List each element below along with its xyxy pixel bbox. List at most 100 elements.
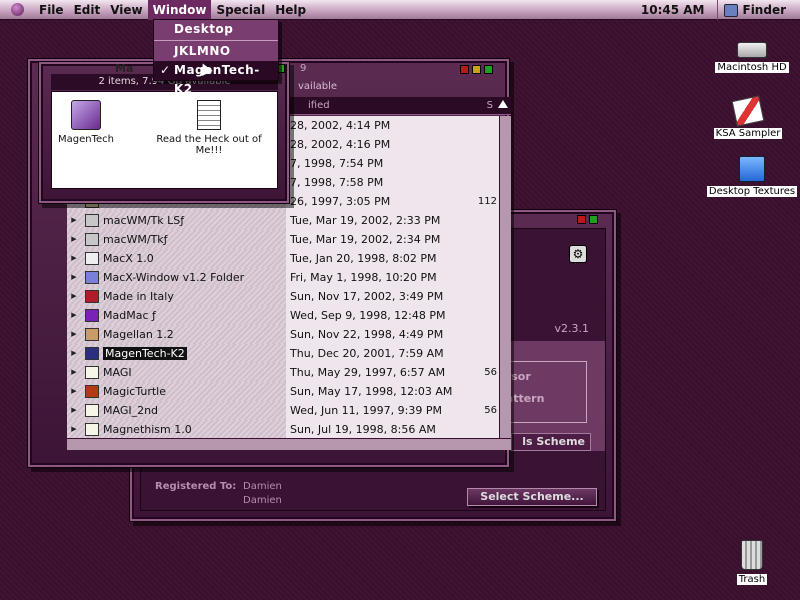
file-icon-magentech[interactable]: MagenTech <box>56 100 116 145</box>
disclosure-triangle-icon[interactable]: ▶ <box>67 368 81 376</box>
vertical-scrollbar[interactable] <box>499 116 511 438</box>
column-header-modified[interactable]: ified <box>308 100 330 111</box>
name-cell[interactable]: ▶ MacX 1.0 <box>67 248 286 268</box>
apple-menu-icon[interactable] <box>0 0 34 20</box>
size-cell <box>466 343 499 363</box>
date-modified-cell: 28, 2002, 4:14 PM <box>286 116 466 135</box>
desktop-icon-label: Macintosh HD <box>715 62 789 73</box>
close-button[interactable] <box>460 65 469 74</box>
name-cell[interactable]: ▶ MAGI <box>67 362 286 382</box>
file-name: MadMac ƒ <box>103 308 156 322</box>
window-controls <box>577 215 598 224</box>
file-icon-readme[interactable]: Read the Heck out of Me!!! <box>144 100 274 156</box>
name-cell[interactable]: ▶ Made in Italy <box>67 286 286 306</box>
table-row[interactable]: ▶ MAGI_2nd Wed, Jun 11, 1997, 9:39 PM 56 <box>67 400 499 420</box>
save-scheme-button[interactable]: ls Scheme <box>511 433 591 451</box>
zoom-button[interactable] <box>589 215 598 224</box>
table-row[interactable]: ▶ MacX-Window v1.2 Folder Fri, May 1, 1998… <box>67 267 499 287</box>
file-name: MAGI_2nd <box>103 403 159 417</box>
sort-direction-icon[interactable] <box>498 100 508 108</box>
name-cell[interactable]: ▶ macWM/Tk LSƒ <box>67 210 286 230</box>
zoom-button[interactable] <box>484 65 493 74</box>
select-scheme-button[interactable]: Select Scheme... <box>467 488 597 506</box>
window-title: 9 <box>300 63 307 74</box>
date-modified-cell: 28, 2002, 4:16 PM <box>286 134 466 154</box>
table-row[interactable]: ▶ MacX 1.0 Tue, Jan 20, 1998, 8:02 PM <box>67 248 499 268</box>
desktop-icon-label: Desktop Textures <box>706 186 798 197</box>
application-menu[interactable]: Finder <box>716 0 800 20</box>
desktop-icon-trash[interactable]: Trash <box>724 540 780 585</box>
table-row[interactable]: ▶ MAGI Thu, May 29, 1997, 6:57 AM 56 <box>67 362 499 382</box>
name-cell[interactable]: ▶ MagicTurtle <box>67 381 286 401</box>
file-name: Made in Italy <box>103 289 174 303</box>
table-row[interactable]: ▶ macWM/Tk LSƒ Tue, Mar 19, 2002, 2:33 PM <box>67 210 499 230</box>
close-button[interactable] <box>577 215 586 224</box>
size-cell <box>466 267 499 287</box>
disclosure-triangle-icon[interactable]: ▶ <box>67 273 81 281</box>
desktop-icon-ksa-sampler[interactable]: KSA Sampler <box>708 95 788 139</box>
column-header-size[interactable]: S <box>487 100 493 111</box>
folder-icon <box>85 232 99 246</box>
desktop-icon-desktop-textures[interactable]: Desktop Textures <box>704 156 800 197</box>
table-row[interactable]: ▶ Magnethism 1.0 Sun, Jul 19, 1998, 8:56 A… <box>67 419 499 438</box>
size-cell <box>466 381 499 401</box>
name-cell[interactable]: ▶ MagenTech-K2 <box>67 343 286 363</box>
menu-view[interactable]: View <box>105 0 147 20</box>
size-cell <box>466 172 499 192</box>
date-modified-cell: Sun, Nov 22, 1998, 4:49 PM <box>286 324 466 344</box>
document-icon <box>85 365 99 379</box>
folder-icon <box>85 213 99 227</box>
disclosure-triangle-icon[interactable]: ▶ <box>67 235 81 243</box>
table-row[interactable]: ▶ Magellan 1.2 Sun, Nov 22, 1998, 4:49 PM <box>67 324 499 344</box>
file-name: MacX 1.0 <box>103 251 154 265</box>
folder-icon <box>85 289 99 303</box>
menu-item-desktop[interactable]: Desktop <box>154 20 278 39</box>
disclosure-triangle-icon[interactable]: ▶ <box>67 254 81 262</box>
size-cell <box>466 153 499 173</box>
desktop-icon-label: Trash <box>736 574 768 585</box>
size-cell: 112 <box>466 191 499 211</box>
icon-view-pane: MagenTech Read the Heck out of Me!!! <box>51 91 278 189</box>
folder-icon <box>85 270 99 284</box>
size-cell <box>466 229 499 249</box>
gear-icon[interactable]: ⚙ <box>569 245 587 263</box>
disclosure-triangle-icon[interactable]: ▶ <box>67 216 81 224</box>
disclosure-triangle-icon[interactable]: ▶ <box>67 406 81 414</box>
table-row[interactable]: ▶ MagicTurtle Sun, May 17, 1998, 12:03 AM <box>67 381 499 401</box>
disclosure-triangle-icon[interactable]: ▶ <box>67 387 81 395</box>
horizontal-scrollbar[interactable] <box>67 438 511 450</box>
menu-item-jklmno[interactable]: JKLMNO <box>154 42 278 61</box>
name-cell[interactable]: ▶ MadMac ƒ <box>67 305 286 325</box>
menu-edit[interactable]: Edit <box>69 0 106 20</box>
document-icon <box>85 403 99 417</box>
file-name: Magnethism 1.0 <box>103 422 192 436</box>
table-row[interactable]: ▶ macWM/Tkƒ Tue, Mar 19, 2002, 2:34 PM <box>67 229 499 249</box>
table-row[interactable]: ▶ MagenTech-K2 Thu, Dec 20, 2001, 7:59 AM <box>67 343 499 363</box>
document-icon <box>197 100 221 130</box>
name-cell[interactable]: ▶ Magellan 1.2 <box>67 324 286 344</box>
menu-help[interactable]: Help <box>270 0 311 20</box>
name-cell[interactable]: ▶ MAGI_2nd <box>67 400 286 420</box>
name-cell[interactable]: ▶ MacX-Window v1.2 Folder <box>67 267 286 287</box>
date-modified-cell: 7, 1998, 7:54 PM <box>286 153 466 173</box>
menu-special[interactable]: Special <box>211 0 270 20</box>
menu-clock[interactable]: 10:45 AM <box>629 3 717 17</box>
menu-item-magentech-k2[interactable]: ✓ MagenTech-K2 <box>154 61 278 96</box>
size-cell <box>466 248 499 268</box>
date-modified-cell: Tue, Mar 19, 2002, 2:34 PM <box>286 229 466 249</box>
minimize-button[interactable] <box>472 65 481 74</box>
disclosure-triangle-icon[interactable]: ▶ <box>67 330 81 338</box>
name-cell[interactable]: ▶ Magnethism 1.0 <box>67 419 286 438</box>
desktop-icon-macintosh-hd[interactable]: Macintosh HD <box>712 42 792 73</box>
date-modified-cell: Wed, Sep 9, 1998, 12:48 PM <box>286 305 466 325</box>
disclosure-triangle-icon[interactable]: ▶ <box>67 311 81 319</box>
table-row[interactable]: ▶ MadMac ƒ Wed, Sep 9, 1998, 12:48 PM <box>67 305 499 325</box>
disclosure-triangle-icon[interactable]: ▶ <box>67 425 81 433</box>
menu-window[interactable]: Window <box>147 0 212 20</box>
disclosure-triangle-icon[interactable]: ▶ <box>67 292 81 300</box>
disclosure-triangle-icon[interactable]: ▶ <box>67 349 81 357</box>
name-cell[interactable]: ▶ macWM/Tkƒ <box>67 229 286 249</box>
file-name: macWM/Tk LSƒ <box>103 213 185 227</box>
menu-file[interactable]: File <box>34 0 69 20</box>
table-row[interactable]: ▶ Made in Italy Sun, Nov 17, 2002, 3:49 PM <box>67 286 499 306</box>
